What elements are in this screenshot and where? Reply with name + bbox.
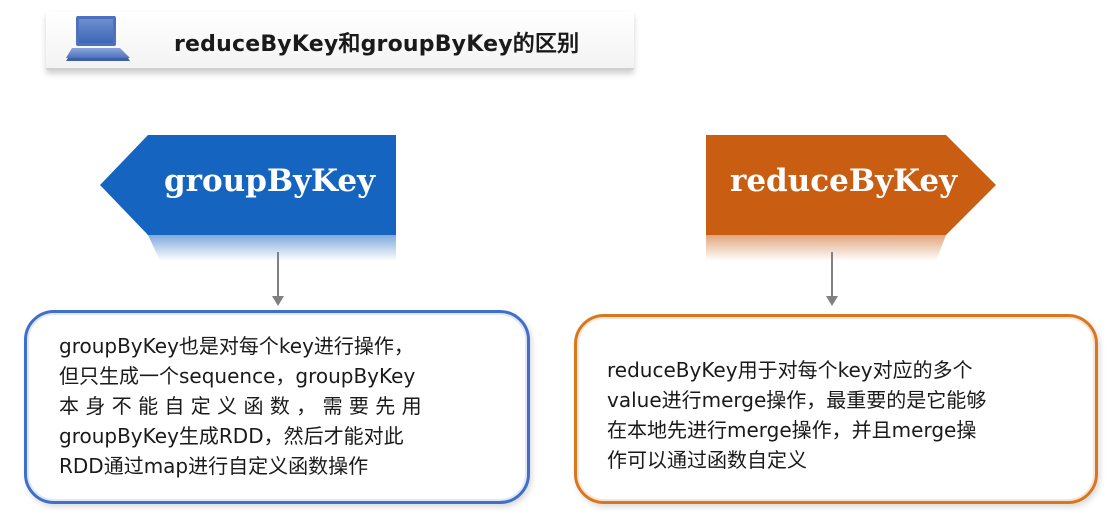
description-line: 作可以通过函数自定义 (607, 448, 807, 472)
description-line: groupByKey也是对每个key进行操作， (59, 334, 414, 358)
reducebykey-description-box: reduceByKey用于对每个key对应的多个 value进行merge操作，… (574, 314, 1098, 504)
reducebykey-label: reduceByKey (730, 163, 958, 199)
reducebykey-banner-shape (706, 135, 996, 261)
reducebykey-banner: reduceByKey (706, 133, 996, 265)
slide: reduceByKey和groupByKey的区别 groupByKey red… (0, 0, 1114, 526)
description-line: groupByKey生成RDD，然后才能对此 (59, 424, 404, 448)
page-title: reduceByKey和groupByKey的区别 (174, 32, 580, 57)
description-line: 在本地先进行merge操作，并且merge操 (607, 418, 977, 442)
title-bar: reduceByKey和groupByKey的区别 (46, 12, 634, 70)
description-line: RDD通过map进行自定义函数操作 (59, 454, 369, 478)
down-arrow-icon (826, 252, 838, 306)
groupbykey-label: groupByKey (164, 163, 376, 199)
groupbykey-description-box: groupByKey也是对每个key进行操作， 但只生成一个sequence，g… (24, 310, 530, 504)
description-line: 本 身 不 能 自 定 义 函 数 ， 需 要 先 用 (59, 394, 422, 418)
laptop-icon (66, 16, 130, 61)
groupbykey-description: groupByKey也是对每个key进行操作， 但只生成一个sequence，g… (59, 331, 507, 481)
groupbykey-banner-shape (100, 135, 396, 261)
description-line: reduceByKey用于对每个key对应的多个 (607, 358, 973, 382)
reducebykey-description: reduceByKey用于对每个key对应的多个 value进行merge操作，… (607, 355, 1075, 475)
description-line: 但只生成一个sequence，groupByKey (59, 364, 416, 388)
description-line: value进行merge操作，最重要的是它能够 (607, 388, 987, 412)
down-arrow-icon (272, 252, 284, 306)
groupbykey-banner: groupByKey (100, 133, 396, 265)
